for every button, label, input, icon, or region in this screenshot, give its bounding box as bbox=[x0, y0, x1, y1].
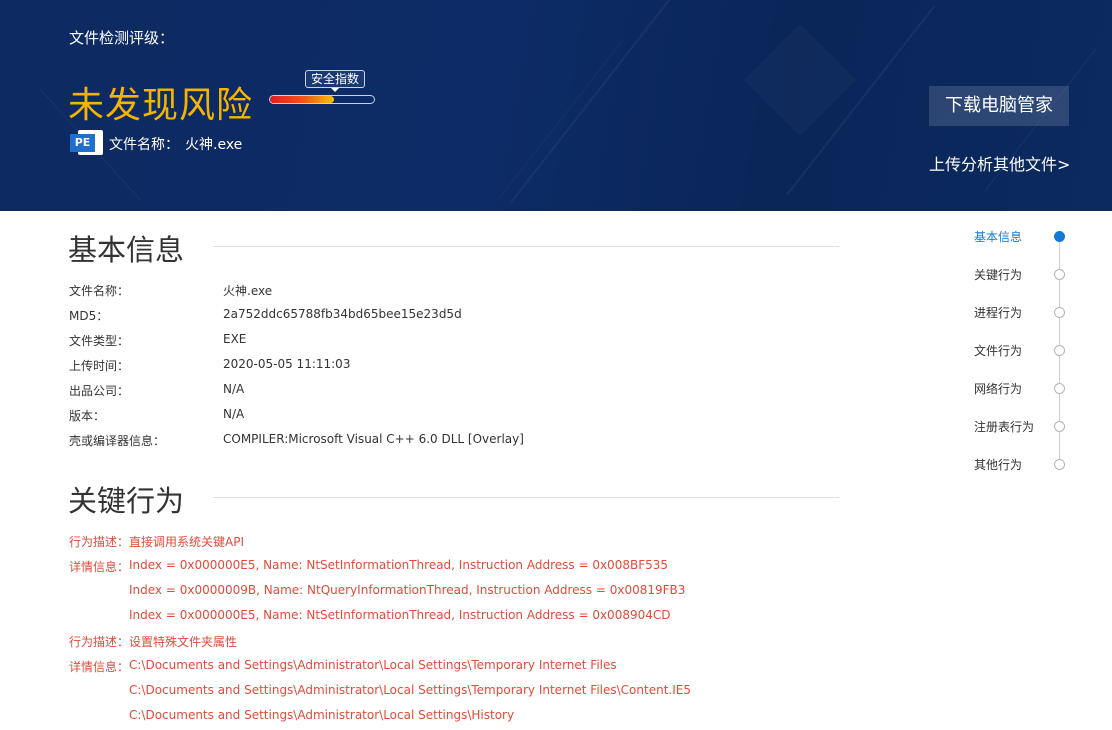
nav-dot-icon[interactable] bbox=[1054, 345, 1065, 356]
banner-decoration bbox=[498, 40, 623, 200]
download-pc-manager-button[interactable]: 下载电脑管家 bbox=[929, 86, 1069, 126]
info-label: 上传时间： bbox=[69, 359, 130, 373]
behavior-label: 行为描述： bbox=[69, 535, 130, 549]
nav-dot-icon[interactable] bbox=[1054, 231, 1065, 242]
nav-dot-icon[interactable] bbox=[1054, 383, 1065, 394]
rating-label: 文件检测评级： bbox=[69, 29, 175, 47]
file-name-value: 火神.exe bbox=[185, 137, 243, 153]
key-behavior-title: 关键行为 bbox=[68, 484, 185, 518]
nav-item[interactable]: 网络行为 bbox=[974, 380, 1022, 400]
safety-index-meter: 安全指数 bbox=[269, 70, 377, 106]
info-label: 出品公司： bbox=[69, 384, 130, 398]
nav-dot-icon[interactable] bbox=[1054, 421, 1065, 432]
header-banner: 文件检测评级： 未发现风险 安全指数 PE 文件名称： 火神.exe 下载电脑管家… bbox=[0, 0, 1112, 211]
info-label: MD5： bbox=[69, 309, 109, 323]
info-value: N/A bbox=[223, 382, 245, 396]
nav-item[interactable]: 其他行为 bbox=[974, 456, 1022, 476]
info-value: 2020-05-05 11:11:03 bbox=[223, 357, 351, 371]
nav-item[interactable]: 关键行为 bbox=[974, 266, 1022, 286]
nav-item[interactable]: 基本信息 bbox=[974, 228, 1022, 248]
nav-dot-icon[interactable] bbox=[1054, 307, 1065, 318]
info-value: 火神.exe bbox=[223, 284, 273, 298]
info-label: 壳或编译器信息： bbox=[69, 434, 166, 448]
upload-other-file-link[interactable]: 上传分析其他文件> bbox=[929, 151, 1070, 175]
behavior-value: Index = 0x000000E5, Name: NtSetInformati… bbox=[129, 558, 668, 572]
basic-info-title: 基本信息 bbox=[68, 233, 185, 267]
behavior-label: 详情信息： bbox=[69, 560, 130, 574]
nav-item[interactable]: 注册表行为 bbox=[974, 418, 1034, 438]
banner-decoration bbox=[510, 0, 672, 204]
behavior-value: 设置特殊文件夹属性 bbox=[129, 635, 238, 649]
behavior-value: C:\Documents and Settings\Administrator\… bbox=[129, 658, 617, 672]
behavior-label: 详情信息： bbox=[69, 660, 130, 674]
info-value: EXE bbox=[223, 332, 247, 346]
nav-item[interactable]: 文件行为 bbox=[974, 342, 1022, 362]
info-value: 2a752ddc65788fb34bd65bee15e23d5d bbox=[223, 307, 462, 321]
nav-dot-icon[interactable] bbox=[1054, 459, 1065, 470]
info-label: 文件类型： bbox=[69, 334, 130, 348]
info-label: 版本： bbox=[69, 409, 106, 423]
info-value: COMPILER:Microsoft Visual C++ 6.0 DLL [O… bbox=[223, 432, 524, 446]
behavior-value: C:\Documents and Settings\Administrator\… bbox=[129, 683, 691, 697]
section-divider bbox=[213, 246, 839, 247]
info-label: 文件名称： bbox=[69, 284, 130, 298]
safety-index-pointer-icon bbox=[331, 88, 339, 92]
info-value: N/A bbox=[223, 407, 245, 421]
safety-index-fill bbox=[270, 96, 335, 103]
banner-file-name: 文件名称： 火神.exe bbox=[109, 134, 242, 154]
behavior-value: Index = 0x000000E5, Name: NtSetInformati… bbox=[129, 608, 671, 622]
file-name-label: 文件名称： bbox=[109, 137, 179, 153]
nav-item[interactable]: 进程行为 bbox=[974, 304, 1022, 324]
behavior-label: 行为描述： bbox=[69, 635, 130, 649]
nav-dot-icon[interactable] bbox=[1054, 269, 1065, 280]
safety-index-bar bbox=[269, 95, 375, 104]
behavior-value: Index = 0x0000009B, Name: NtQueryInforma… bbox=[129, 583, 686, 597]
banner-decoration bbox=[743, 23, 856, 136]
scan-result-title: 未发现风险 bbox=[68, 85, 254, 126]
behavior-value: 直接调用系统关键API bbox=[129, 535, 244, 549]
section-divider bbox=[213, 497, 839, 498]
pe-file-icon: PE bbox=[70, 130, 103, 155]
behavior-value: C:\Documents and Settings\Administrator\… bbox=[129, 708, 515, 722]
safety-index-label: 安全指数 bbox=[305, 70, 366, 88]
